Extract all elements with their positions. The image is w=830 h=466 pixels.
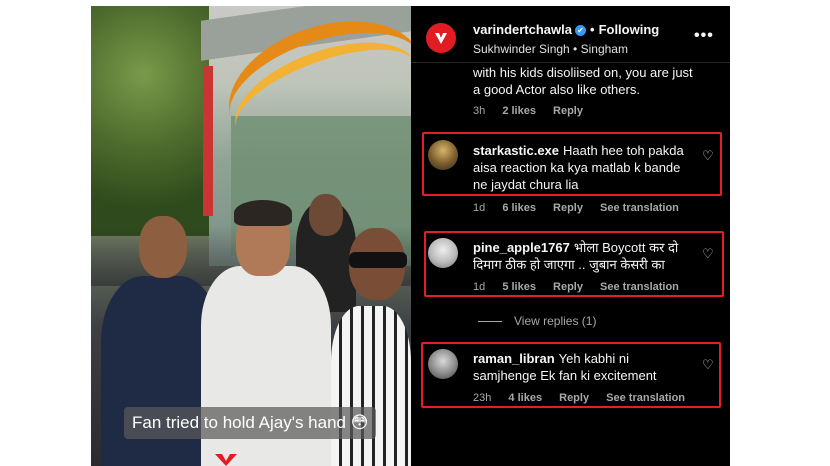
- reel-video[interactable]: Fan tried to hold Ajay's hand 😳: [91, 6, 411, 466]
- comment-likes[interactable]: 4 likes: [508, 392, 542, 404]
- comment-time: 3h: [473, 105, 486, 117]
- comments-panel[interactable]: varindertchawla ✔ • Following Sukhwinder Si…: [411, 6, 730, 466]
- comment-meta: 23h 4 likes Reply See translation: [473, 392, 699, 404]
- video-caption: Fan tried to hold Ajay's hand 😳: [124, 407, 377, 439]
- divider-line: [478, 321, 502, 323]
- right-person-body: [331, 306, 411, 466]
- sunglasses: [349, 252, 407, 268]
- comment-username[interactable]: raman_libran: [473, 351, 555, 366]
- reply-button[interactable]: Reply: [553, 281, 583, 293]
- brand-logo-icon: [435, 33, 447, 44]
- header-user-line: varindertchawla ✔ • Following: [473, 22, 659, 37]
- reply-button[interactable]: Reply: [553, 105, 583, 117]
- avatar[interactable]: [428, 349, 458, 379]
- avatar[interactable]: [428, 238, 458, 268]
- see-translation-link[interactable]: See translation: [600, 202, 679, 214]
- comment-likes[interactable]: 2 likes: [502, 105, 536, 117]
- comment-meta: 3h 2 likes Reply: [473, 105, 597, 117]
- red-pillar: [203, 66, 213, 216]
- reply-button[interactable]: Reply: [553, 202, 583, 214]
- comment-text: starkastic.exe Haath hee toh pakda aisa r…: [473, 142, 698, 193]
- heart-icon[interactable]: ♡: [702, 357, 714, 373]
- comment-text: with his kids disoliised on, you are jus…: [473, 65, 693, 97]
- see-translation-link[interactable]: See translation: [606, 392, 685, 404]
- post-header: varindertchawla ✔ • Following Sukhwinder Si…: [411, 6, 730, 63]
- center-person-hair: [234, 200, 292, 226]
- comment-time: 1d: [473, 202, 486, 214]
- reply-button[interactable]: Reply: [559, 392, 589, 404]
- see-translation-link[interactable]: See translation: [600, 281, 679, 293]
- comment-time: 1d: [473, 281, 486, 293]
- comment-meta: 1d 5 likes Reply See translation: [473, 281, 693, 293]
- left-person-head: [139, 216, 187, 278]
- separator-dot: •: [590, 22, 595, 37]
- username-link[interactable]: varindertchawla: [473, 22, 572, 37]
- background-person-head: [309, 194, 343, 236]
- avatar[interactable]: [428, 140, 458, 170]
- avatar[interactable]: [426, 23, 456, 53]
- view-replies-button[interactable]: View replies (1): [478, 314, 596, 328]
- heart-icon[interactable]: ♡: [702, 246, 714, 262]
- comment-username[interactable]: starkastic.exe: [473, 143, 559, 158]
- comment-username[interactable]: pine_apple1767: [473, 240, 570, 255]
- audio-link[interactable]: Sukhwinder Singh • Singham: [473, 42, 628, 56]
- view-replies-label: View replies (1): [514, 314, 597, 328]
- comment-meta: 1d 6 likes Reply See translation: [473, 202, 693, 214]
- comment-time: 23h: [473, 392, 492, 404]
- comment-text: pine_apple1767 भोला Boycott कर दो दिमाग ठ…: [473, 239, 698, 273]
- instagram-post: Fan tried to hold Ajay's hand 😳 varinder…: [91, 6, 730, 466]
- comment-text: raman_libran Yeh kabhi ni samjhenge Ek fa…: [473, 350, 663, 384]
- following-button[interactable]: Following: [599, 22, 660, 37]
- verified-icon: ✔: [575, 25, 586, 36]
- heart-icon[interactable]: ♡: [702, 148, 714, 164]
- more-options-icon[interactable]: •••: [694, 28, 714, 44]
- watermark-logo-icon: [215, 454, 237, 466]
- comment-likes[interactable]: 5 likes: [502, 281, 536, 293]
- comment-likes[interactable]: 6 likes: [502, 202, 536, 214]
